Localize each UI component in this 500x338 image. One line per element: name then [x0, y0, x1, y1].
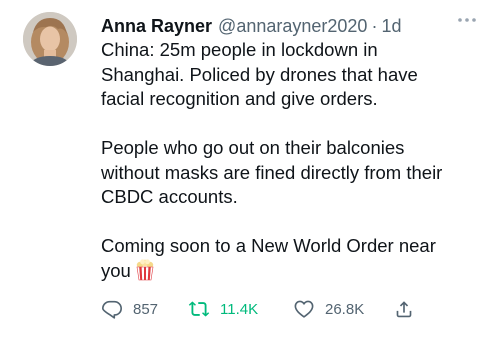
- action-bar: 857 11.4K 26.8K: [101, 296, 431, 322]
- retweet-count: 11.4K: [220, 300, 259, 318]
- popcorn-icon: [135, 258, 155, 281]
- tweet-line: facial recognition and give orders.: [101, 88, 378, 109]
- share-button[interactable]: [393, 296, 415, 322]
- avatar[interactable]: [23, 12, 77, 66]
- tweet-line: without masks are fined directly from th…: [101, 161, 443, 183]
- more-icon[interactable]: [455, 10, 479, 30]
- retweet-button[interactable]: 11.4K: [188, 296, 258, 322]
- reply-count: 857: [133, 300, 159, 318]
- author-handle[interactable]: @annarayner2020: [218, 14, 367, 38]
- author-name[interactable]: Anna Rayner: [101, 14, 212, 38]
- share-icon: [396, 301, 412, 318]
- header-separator: ·: [371, 16, 378, 36]
- avatar-image: [23, 12, 77, 66]
- tweet-line: People who go out on their balconies: [101, 137, 405, 158]
- tweet[interactable]: Anna Rayner @annarayner2020 · 1d China: …: [0, 0, 500, 338]
- retweet-icon: [188, 301, 210, 317]
- tweet-line: China: 25m people in lockdown in: [101, 39, 378, 60]
- reply-icon: [102, 300, 122, 319]
- reply-button[interactable]: 857: [101, 296, 158, 322]
- like-icon: [294, 300, 314, 318]
- tweet-text: China: 25m people in lockdown in Shangha…: [101, 38, 491, 283]
- tweet-line: Coming soon to a New World Order near: [101, 235, 436, 256]
- tweet-header: Anna Rayner @annarayner2020 · 1d: [101, 14, 401, 38]
- tweet-line: Shanghai. Policed by drones that have: [101, 63, 418, 85]
- like-button[interactable]: 26.8K: [293, 296, 364, 322]
- tweet-line-last: you: [101, 258, 491, 284]
- tweet-line: CBDC accounts.: [101, 186, 238, 207]
- timestamp[interactable]: 1d: [381, 14, 401, 38]
- tweet-line: you: [101, 259, 131, 281]
- like-count: 26.8K: [325, 300, 365, 318]
